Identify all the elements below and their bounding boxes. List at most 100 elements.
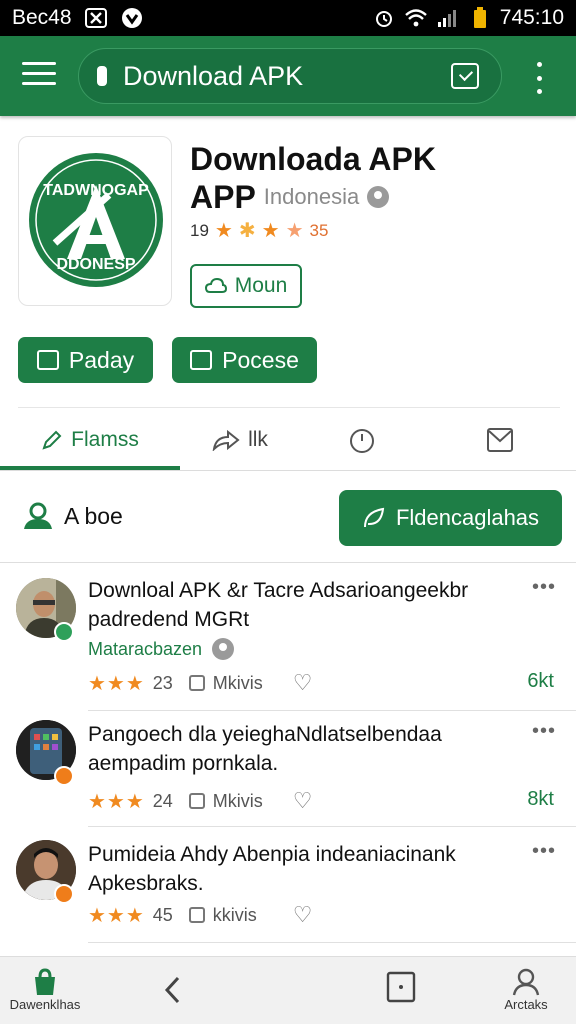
nav-label: Dawenklhas xyxy=(9,997,81,1012)
verified-box-icon[interactable] xyxy=(451,63,479,89)
info-icon[interactable] xyxy=(367,186,390,208)
rating-stars: ★★★ xyxy=(88,790,145,813)
rating-row: 19 ★ ✱ ★ ★ 35 xyxy=(190,218,328,243)
clipboard-icon xyxy=(190,350,213,370)
tab-llk[interactable]: llk xyxy=(180,408,300,472)
rating-count: 24 xyxy=(152,790,173,811)
paday-button-label: Paday xyxy=(68,346,135,373)
feed-meta: ★★★ 45 kkivis ♡ xyxy=(88,902,313,928)
rating-count: 45 xyxy=(152,904,173,925)
send-badge-icon xyxy=(54,766,74,786)
mail-icon xyxy=(487,428,513,452)
list-item[interactable]: Pumideia Ahdy Abenpia indeaniacinank Apk… xyxy=(0,828,576,944)
logo-text-bottom: DDONESP xyxy=(56,256,135,273)
star-half-icon: ★ xyxy=(285,220,304,242)
chat-icon xyxy=(36,350,59,370)
heart-icon[interactable]: ♡ xyxy=(293,788,313,814)
leaf-icon xyxy=(363,507,385,528)
nav-label: Arctaks xyxy=(504,997,548,1012)
list-item[interactable]: Downloal APK &r Tacre Adsarioangeekbr pa… xyxy=(0,562,576,712)
download-circle-icon xyxy=(120,6,144,30)
about-label-text: A boe xyxy=(64,502,123,529)
feed-title[interactable]: Downloal APK &r Tacre Adsarioangeekbr pa… xyxy=(88,576,518,634)
divider xyxy=(88,942,576,943)
lock-icon xyxy=(97,66,107,86)
share-icon[interactable] xyxy=(188,675,205,691)
tab-flamss[interactable]: Flamss xyxy=(0,408,180,472)
app-title: Downloada APK APP Indonesia xyxy=(190,140,560,216)
menu-icon[interactable] xyxy=(22,62,56,90)
info-icon[interactable] xyxy=(212,638,235,660)
more-options-icon[interactable]: ••• xyxy=(532,576,556,599)
rating-count: 23 xyxy=(152,672,173,693)
fldencaglahas-button-label: Fldencaglahas xyxy=(395,505,540,530)
search-bar[interactable]: Download APK xyxy=(78,48,502,104)
nav-downloads[interactable]: Dawenklhas xyxy=(10,967,80,1012)
person-icon xyxy=(512,968,540,996)
share-icon[interactable] xyxy=(188,793,205,809)
bottom-nav: Dawenklhas Arctaks xyxy=(0,956,576,1024)
mount-button[interactable]: Moun xyxy=(190,264,302,308)
feed-title[interactable]: Pangoech dla yeieghaNdlatselbendaa aempa… xyxy=(88,720,518,778)
share-label: kkivis xyxy=(212,904,257,925)
rating-stars: ★★★ xyxy=(88,904,145,927)
more-options-icon[interactable]: ••• xyxy=(532,840,556,863)
tab-mail[interactable] xyxy=(424,408,576,472)
alarm-icon xyxy=(372,6,396,30)
cloud-icon xyxy=(204,278,227,293)
rating-count-right: 35 xyxy=(309,220,329,240)
wifi-icon xyxy=(404,6,428,30)
rating-count-left: 19 xyxy=(190,220,209,240)
app-title-line2: APP xyxy=(190,179,256,215)
bag-icon xyxy=(35,968,55,995)
list-item[interactable]: Pangoech dla yeieghaNdlatselbendaa aempa… xyxy=(0,712,576,828)
overflow-menu-icon[interactable] xyxy=(530,62,548,94)
rating-stars: ★★★ xyxy=(88,672,145,695)
feed-meta: ★★★ 23 Mkivis ♡ xyxy=(88,670,313,696)
clock-label: 745:10 xyxy=(499,6,564,29)
star-icon: ★ xyxy=(261,220,280,242)
search-input[interactable]: Download APK xyxy=(123,61,451,92)
nav-account[interactable]: Arctaks xyxy=(494,967,558,1012)
share-label: Mkivis xyxy=(212,790,263,811)
more-options-icon[interactable]: ••• xyxy=(532,720,556,743)
share-icon[interactable] xyxy=(188,907,205,923)
share-label: Mkivis xyxy=(212,672,263,693)
heart-icon[interactable]: ♡ xyxy=(293,670,313,696)
recents-icon[interactable] xyxy=(384,971,418,1003)
app-logo: TADWNOGAP DDONESP xyxy=(18,136,172,306)
logo-text-top: TADWNOGAP xyxy=(43,182,149,199)
close-box-icon xyxy=(84,6,108,30)
file-size: 6kt xyxy=(527,670,554,692)
tab-label: Flamss xyxy=(71,428,139,451)
feed-meta: ★★★ 24 Mkivis ♡ xyxy=(88,788,313,814)
app-title-line1: Downloada APK xyxy=(190,141,436,177)
mount-button-label: Moun xyxy=(234,274,288,297)
pocese-button[interactable]: Pocese xyxy=(172,337,317,383)
fldencaglahas-button[interactable]: Fldencaglahas xyxy=(339,490,562,546)
divider xyxy=(0,470,576,471)
file-size: 8kt xyxy=(527,788,554,810)
app-region: Indonesia xyxy=(263,184,360,209)
feed-title[interactable]: Pumideia Ahdy Abenpia indeaniacinank Apk… xyxy=(88,840,518,898)
pocese-button-label: Pocese xyxy=(222,346,299,373)
back-icon[interactable] xyxy=(155,975,189,1005)
tab-timer[interactable] xyxy=(300,408,424,472)
signal-icon xyxy=(436,6,460,30)
feed-source[interactable]: Mataracbazen xyxy=(88,639,202,660)
share-icon xyxy=(212,429,240,451)
about-label[interactable]: A boe xyxy=(22,502,123,530)
timer-icon xyxy=(350,429,374,453)
pen-icon xyxy=(42,430,62,450)
divider xyxy=(88,710,576,711)
send-badge-icon xyxy=(54,884,74,904)
tab-bar: Flamss llk xyxy=(0,408,576,472)
heart-icon[interactable]: ♡ xyxy=(293,902,313,928)
verified-badge-icon xyxy=(54,622,74,642)
paday-button[interactable]: Paday xyxy=(18,337,153,383)
star-icon: ✱ xyxy=(238,220,256,242)
divider xyxy=(88,826,576,827)
about-row: A boe Fldencaglahas xyxy=(0,480,576,562)
status-bar: Bec48 745:10 xyxy=(0,0,576,36)
battery-icon xyxy=(468,6,492,30)
